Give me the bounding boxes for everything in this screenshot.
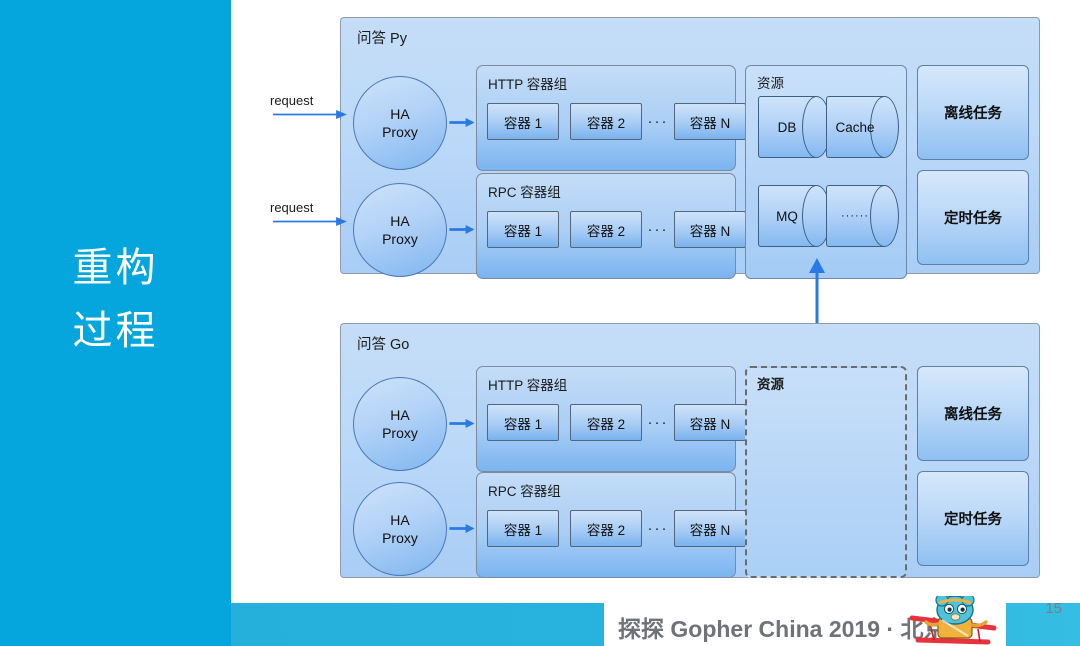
- resource-node-label: ······: [841, 210, 869, 222]
- ha-proxy-line-2: Proxy: [382, 425, 418, 441]
- resource-box-go: 资源: [745, 366, 907, 578]
- pod-group-py-http: HTTP 容器组 容器 1 容器 2 ··· 容器 N: [476, 65, 746, 171]
- container-chip: 容器 N: [674, 510, 746, 547]
- pod-group-go-rpc: RPC 容器组 容器 1 容器 2 ··· 容器 N: [476, 472, 746, 578]
- resource-box-go-label: 资源: [757, 377, 784, 392]
- ha-proxy-go-http: HA Proxy: [353, 377, 447, 471]
- resource-node-cache: Cache: [826, 96, 900, 158]
- ha-proxy-go-rpc: HA Proxy: [353, 482, 447, 576]
- container-chip: 容器 1: [487, 103, 559, 140]
- arrow-go-http-icon: [449, 419, 475, 428]
- pod-group-py-rpc: RPC 容器组 容器 1 容器 2 ··· 容器 N: [476, 173, 746, 279]
- request-label-rpc: request: [270, 200, 314, 215]
- ha-proxy-line-2: Proxy: [382, 124, 418, 140]
- ha-proxy-py-http: HA Proxy: [353, 76, 447, 170]
- gopher-mascot-icon: [909, 596, 997, 645]
- ha-proxy-py-rpc: HA Proxy: [353, 183, 447, 277]
- container-chip: 容器 2: [570, 510, 642, 547]
- request-arrow-rpc-icon: [273, 217, 347, 226]
- pod-group-go-http: HTTP 容器组 容器 1 容器 2 ··· 容器 N: [476, 366, 746, 472]
- resource-node-mq: MQ: [758, 185, 832, 247]
- pod-group-go-http-label: HTTP 容器组: [488, 378, 568, 393]
- page-title-line-2: 过程: [72, 309, 159, 353]
- task-box-scheduled-go: 定时任务: [917, 471, 1029, 566]
- arrow-py-http-icon: [449, 118, 475, 127]
- system-group-py-label: 问答 Py: [357, 31, 407, 47]
- resource-box-py: 资源 DB Cache MQ ······: [745, 65, 907, 279]
- ha-proxy-line-1: HA: [390, 106, 410, 122]
- resource-node-label: DB: [777, 119, 797, 135]
- ha-proxy-line-1: HA: [390, 512, 410, 528]
- container-ellipsis: ···: [647, 113, 669, 130]
- container-chip: 容器 2: [570, 404, 642, 441]
- resource-node-db: DB: [758, 96, 832, 158]
- page-title-line-1: 重构: [72, 246, 159, 290]
- arrow-py-rpc-icon: [449, 225, 475, 234]
- system-group-go-label: 问答 Go: [357, 337, 410, 353]
- container-chip: 容器 1: [487, 211, 559, 248]
- ha-proxy-line-1: HA: [390, 213, 410, 229]
- ha-proxy-line-1: HA: [390, 407, 410, 423]
- page-title: 重构 过程: [0, 237, 231, 363]
- container-chip: 容器 1: [487, 510, 559, 547]
- container-chip: 容器 2: [570, 211, 642, 248]
- container-ellipsis: ···: [647, 520, 669, 537]
- system-group-py: 问答 Py HA Proxy HA Proxy HTTP 容器组 容器 1 容器…: [340, 17, 1040, 279]
- container-chip: 容器 2: [570, 103, 642, 140]
- request-label-http: request: [270, 93, 314, 108]
- container-chip: 容器 N: [674, 211, 746, 248]
- footer-accent-plate: [0, 603, 231, 646]
- footer-brand-text: 探探 Gopher China 2019 · 北京: [618, 616, 947, 642]
- slide-canvas: 问答 Py HA Proxy HA Proxy HTTP 容器组 容器 1 容器…: [231, 0, 1080, 603]
- task-box-offline-go: 离线任务: [917, 366, 1029, 461]
- resource-node-more: ······: [826, 185, 900, 247]
- task-box-offline-py: 离线任务: [917, 65, 1029, 160]
- container-ellipsis: ···: [647, 414, 669, 431]
- resource-node-label: MQ: [776, 208, 798, 224]
- request-arrow-http-icon: [273, 110, 347, 119]
- container-chip: 容器 N: [674, 404, 746, 441]
- pod-group-py-http-label: HTTP 容器组: [488, 77, 568, 92]
- arrow-go-rpc-icon: [449, 524, 475, 533]
- pod-group-py-rpc-label: RPC 容器组: [488, 185, 561, 200]
- container-chip: 容器 N: [674, 103, 746, 140]
- resource-box-py-label: 资源: [757, 76, 784, 91]
- ha-proxy-line-2: Proxy: [382, 530, 418, 546]
- resource-node-label: Cache: [835, 119, 875, 135]
- pod-group-go-rpc-label: RPC 容器组: [488, 484, 561, 499]
- task-box-scheduled-py: 定时任务: [917, 170, 1029, 265]
- container-ellipsis: ···: [647, 221, 669, 238]
- ha-proxy-line-2: Proxy: [382, 231, 418, 247]
- system-group-go: 问答 Go HA Proxy HA Proxy HTTP 容器组 容器 1 容器…: [340, 323, 1040, 578]
- page-number: 15: [1045, 600, 1062, 617]
- container-chip: 容器 1: [487, 404, 559, 441]
